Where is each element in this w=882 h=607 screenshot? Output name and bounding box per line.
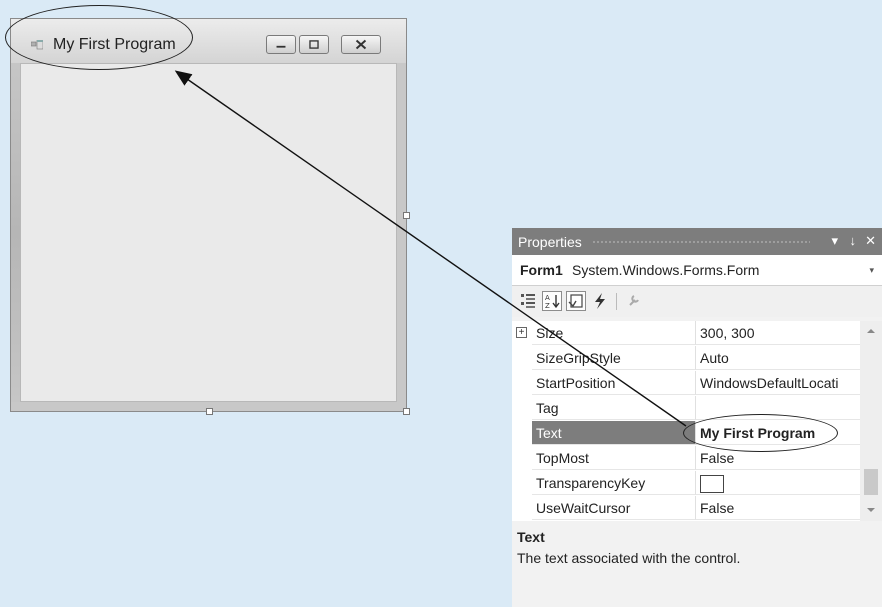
property-name: TransparencyKey <box>532 471 695 495</box>
categorized-icon <box>521 294 535 308</box>
property-row-topmost[interactable]: TopMost False <box>512 446 860 471</box>
property-pages-button[interactable] <box>624 291 644 311</box>
alphabetical-button[interactable]: A Z <box>542 291 562 311</box>
property-value[interactable]: My First Program <box>695 421 860 445</box>
color-swatch[interactable] <box>700 475 724 494</box>
form-designer-window[interactable]: My First Program <box>10 18 410 415</box>
properties-title: Properties <box>518 234 582 250</box>
header-grip <box>592 240 810 244</box>
property-row-usewaitcursor[interactable]: UseWaitCursor False <box>512 496 860 521</box>
scrollbar-thumb[interactable] <box>864 469 878 495</box>
property-row-text[interactable]: Text My First Program <box>512 421 860 446</box>
expand-icon[interactable]: + <box>516 327 527 338</box>
property-value[interactable] <box>695 471 860 495</box>
property-value[interactable]: Auto <box>695 346 860 370</box>
property-value[interactable] <box>695 396 860 420</box>
chevron-down-icon[interactable]: ▾ <box>869 265 874 276</box>
object-selector[interactable]: Form1 System.Windows.Forms.Form ▾ <box>512 255 882 286</box>
object-name: Form1 <box>520 262 563 278</box>
properties-toolbar: A Z <box>512 286 882 317</box>
property-row-size[interactable]: + Size 300, 300 <box>512 321 860 346</box>
property-name: Size <box>532 321 695 345</box>
properties-icon <box>568 294 583 308</box>
description-title: Text <box>517 529 545 545</box>
property-row-startposition[interactable]: StartPosition WindowsDefaultLocati <box>512 371 860 396</box>
property-name: TopMost <box>532 446 695 470</box>
property-pages-icon <box>629 295 639 306</box>
alphabetical-icon: A Z <box>545 294 560 310</box>
form-app-icon <box>31 40 43 50</box>
maximize-button[interactable] <box>299 35 329 54</box>
form-client-area[interactable] <box>20 63 397 402</box>
property-grid[interactable]: + Size 300, 300 SizeGripStyle Auto Start… <box>512 321 882 521</box>
form-title-bar[interactable]: My First Program <box>11 19 406 63</box>
property-value[interactable]: False <box>695 496 860 520</box>
property-value[interactable]: False <box>695 446 860 470</box>
svg-text:Z: Z <box>545 302 550 310</box>
description-pane: Text The text associated with the contro… <box>512 524 882 607</box>
toolbar-divider <box>616 293 617 310</box>
description-text: The text associated with the control. <box>517 550 741 566</box>
property-name: Tag <box>532 396 695 420</box>
categorized-button[interactable] <box>518 291 538 311</box>
pin-icon[interactable]: ↓ <box>850 233 857 248</box>
property-name: SizeGripStyle <box>532 346 695 370</box>
property-value[interactable]: 300, 300 <box>695 321 860 345</box>
close-icon[interactable]: ✕ <box>865 233 876 249</box>
scroll-down-icon[interactable] <box>865 506 877 514</box>
property-row-transparencykey[interactable]: TransparencyKey <box>512 471 860 496</box>
resize-handle-right[interactable] <box>403 212 410 219</box>
property-name: UseWaitCursor <box>532 496 695 520</box>
events-button[interactable] <box>590 291 610 311</box>
resize-handle-bottom[interactable] <box>206 408 213 415</box>
property-name: Text <box>532 421 695 445</box>
maximize-icon <box>309 40 319 49</box>
property-grid-scrollbar[interactable] <box>860 321 882 521</box>
scroll-up-icon[interactable] <box>865 327 877 335</box>
minimize-icon <box>276 45 286 48</box>
events-icon <box>595 293 605 309</box>
properties-button[interactable] <box>566 291 586 311</box>
form-title: My First Program <box>53 36 176 53</box>
close-button[interactable] <box>341 35 381 54</box>
dropdown-icon[interactable]: ▾ <box>831 233 838 249</box>
form-border-left <box>11 63 20 402</box>
property-value[interactable]: WindowsDefaultLocati <box>695 371 860 395</box>
minimize-button[interactable] <box>266 35 296 54</box>
object-type: System.Windows.Forms.Form <box>572 262 760 278</box>
property-row-sizegripstyle[interactable]: SizeGripStyle Auto <box>512 346 860 371</box>
property-name: StartPosition <box>532 371 695 395</box>
svg-text:A: A <box>545 294 550 302</box>
properties-header: Properties ▾ ↓ ✕ <box>512 228 882 255</box>
resize-handle-corner[interactable] <box>403 408 410 415</box>
property-row-tag[interactable]: Tag <box>512 396 860 421</box>
close-icon <box>355 39 367 50</box>
